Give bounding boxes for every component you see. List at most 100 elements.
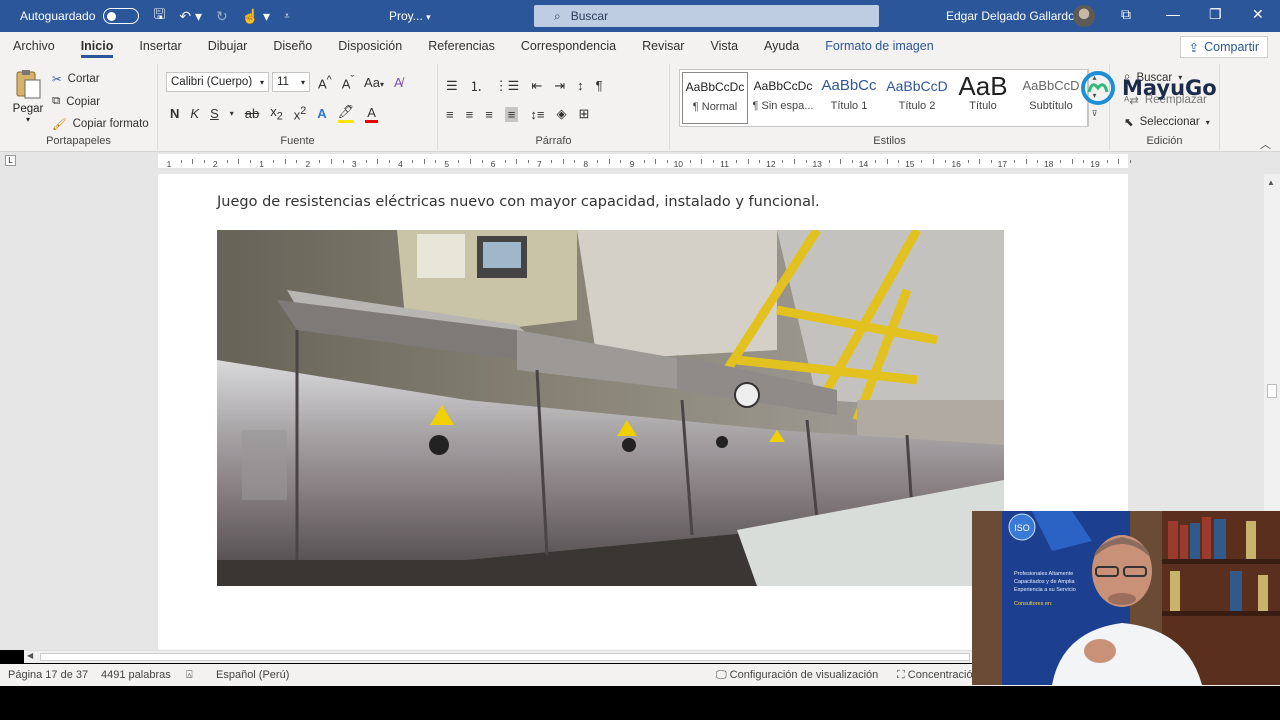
document-image[interactable] <box>217 230 1004 586</box>
align-right-icon[interactable]: ≡ <box>485 107 493 122</box>
tab-revisar[interactable]: Revisar <box>629 32 697 60</box>
subscript-icon[interactable]: x2 <box>270 104 283 123</box>
style-heading-1[interactable]: AaBbCc Título 1 <box>816 72 882 124</box>
ruler-mark <box>713 160 715 163</box>
increase-indent-icon[interactable]: ⇥ <box>554 78 565 94</box>
multilevel-list-icon[interactable]: ⋮☰ <box>495 78 520 94</box>
font-color-icon[interactable]: A <box>365 105 378 123</box>
font-size-select[interactable]: 11 ▾ <box>272 72 310 92</box>
tab-formato-de-imagen[interactable]: Formato de imagen <box>812 32 946 60</box>
display-settings-button[interactable]: 🖵 Configuración de visualización <box>716 669 878 682</box>
share-button[interactable]: ⇪ Compartir <box>1179 36 1268 58</box>
decrease-indent-icon[interactable]: ⇤ <box>531 78 542 94</box>
scroll-thumb[interactable] <box>1267 384 1277 398</box>
customize-toolbar-icon[interactable]: ⩡ <box>284 11 290 22</box>
numbering-icon[interactable]: ⒈ <box>470 76 483 95</box>
style-no-spacing[interactable]: AaBbCcDc ¶ Sin espa... <box>750 72 816 124</box>
horizontal-ruler[interactable]: 1 2 1 2 3 4 5 6 7 8 9 10 11 12 13 14 15 16 17 18 19 <box>158 154 1131 169</box>
ruler-mark <box>1106 160 1108 163</box>
strikethrough-icon[interactable]: ab <box>245 106 259 121</box>
tab-ayuda[interactable]: Ayuda <box>751 32 812 60</box>
undo-icon[interactable]: ↶ ▾ <box>179 8 202 25</box>
style-title[interactable]: AaB Título <box>950 72 1016 124</box>
chevron-down-icon: ▾ <box>25 115 30 124</box>
superscript-icon[interactable]: x2 <box>294 105 307 122</box>
save-icon[interactable]: 🖫 <box>153 4 165 28</box>
underline-icon[interactable]: S <box>210 106 219 121</box>
highlight-icon[interactable]: 🖊 <box>337 104 355 123</box>
close-icon[interactable]: ✕ <box>1252 6 1264 23</box>
tab-vista[interactable]: Vista <box>697 32 751 60</box>
tab-insertar[interactable]: Insertar <box>126 32 194 60</box>
page-count[interactable]: Página 17 de 37 <box>8 669 88 681</box>
styles-group: AaBbCcDc ¶ Normal AaBbCcDc ¶ Sin espa... A… <box>670 64 1110 150</box>
select-button[interactable]: ⬉ Seleccionar ▾ <box>1124 115 1210 129</box>
collapse-ribbon-icon[interactable]: ︿ <box>1260 136 1271 152</box>
font-name-select[interactable]: Calibri (Cuerpo) ▾ <box>166 72 269 92</box>
ruler-mark <box>608 159 610 164</box>
scroll-up-icon[interactable]: ▲ <box>1267 178 1275 187</box>
tab-diseno[interactable]: Diseño <box>260 32 325 60</box>
style-subtitle[interactable]: AaBbCcD Subtítulo <box>1018 72 1084 124</box>
align-center-icon[interactable]: ≡ <box>466 107 474 122</box>
ruler-mark <box>736 160 738 163</box>
focus-button[interactable]: ⛶ Concentración <box>897 669 979 682</box>
avatar[interactable] <box>1073 5 1095 27</box>
redo-icon[interactable]: ↻ <box>216 8 228 25</box>
style-heading-2[interactable]: AaBbCcD Título 2 <box>884 72 950 124</box>
style-preview: AaBbCcDc <box>685 80 745 94</box>
scroll-thumb[interactable] <box>40 653 970 661</box>
chevron-down-icon: ▾ <box>426 12 431 22</box>
shrink-font-icon[interactable]: Aˇ <box>342 74 354 91</box>
ruler-number: 3 <box>351 159 357 169</box>
touch-mode-icon[interactable]: ☝ ▾ <box>242 8 270 25</box>
grow-font-icon[interactable]: A^ <box>318 74 332 91</box>
proofing-icon[interactable]: ⍓ <box>186 669 193 682</box>
chevron-down-icon[interactable]: ▾ <box>230 109 234 118</box>
paste-button[interactable]: Pegar ▾ <box>12 68 44 124</box>
line-spacing-icon[interactable]: ↕≡ <box>530 107 544 122</box>
autosave[interactable]: Autoguardado <box>20 8 140 24</box>
align-left-icon[interactable]: ≡ <box>446 107 454 122</box>
tab-inicio[interactable]: Inicio <box>68 32 127 60</box>
tab-dibujar[interactable]: Dibujar <box>195 32 261 60</box>
scroll-left-icon[interactable]: ◀ <box>27 651 33 660</box>
tab-archivo[interactable]: Archivo <box>0 32 68 60</box>
change-case-button[interactable]: Aa▾ <box>364 75 384 90</box>
pilcrow-icon[interactable]: ¶ <box>596 78 603 93</box>
horizontal-scrollbar[interactable]: ◀ <box>24 650 974 663</box>
italic-icon[interactable]: K <box>190 106 199 121</box>
cut-button[interactable]: ✂ Cortar <box>52 72 100 86</box>
bullets-icon[interactable]: ☰ <box>446 78 458 94</box>
user-name[interactable]: Edgar Delgado Gallardo <box>946 9 1075 23</box>
ruler-number: 7 <box>537 159 542 169</box>
shading-icon[interactable]: ◈ <box>556 106 566 122</box>
tab-referencias[interactable]: Referencias <box>415 32 508 60</box>
ruler-mark <box>238 159 240 164</box>
sort-icon[interactable]: ↕ <box>577 78 584 93</box>
borders-icon[interactable]: ⊞ <box>578 106 589 122</box>
language[interactable]: Español (Perú) <box>216 669 289 681</box>
ruler-number: 1 <box>166 159 172 169</box>
autosave-toggle[interactable] <box>103 8 140 24</box>
style-preview: AaBbCcD <box>1022 78 1080 93</box>
restore-icon[interactable]: ❐ <box>1209 6 1222 23</box>
clear-formatting-icon[interactable]: A̸ <box>394 75 403 90</box>
tab-selector-icon[interactable]: L <box>5 155 16 166</box>
ruler-mark <box>331 159 333 164</box>
style-normal[interactable]: AaBbCcDc ¶ Normal <box>682 72 748 124</box>
document-name[interactable]: Proy... ▾ <box>389 9 431 23</box>
minimize-icon[interactable]: — <box>1166 6 1180 22</box>
share-label: Compartir <box>1204 40 1259 54</box>
word-count[interactable]: 4491 palabras <box>101 669 171 681</box>
tab-correspondencia[interactable]: Correspondencia <box>508 32 629 60</box>
copy-button[interactable]: ⧉ Copiar <box>52 95 100 108</box>
search-box[interactable]: ⌕ Buscar <box>534 5 879 27</box>
bold-icon[interactable]: N <box>170 106 179 121</box>
justify-icon[interactable]: ≡ <box>504 106 519 122</box>
text-effects-icon[interactable]: A <box>317 106 326 121</box>
format-painter-button[interactable]: 🖌 Copiar formato <box>52 117 149 131</box>
document-paragraph[interactable]: Juego de resistencias eléctricas nuevo c… <box>217 194 820 210</box>
ribbon-display-icon[interactable]: ⧉ <box>1121 6 1131 23</box>
tab-disposicion[interactable]: Disposición <box>325 32 415 60</box>
